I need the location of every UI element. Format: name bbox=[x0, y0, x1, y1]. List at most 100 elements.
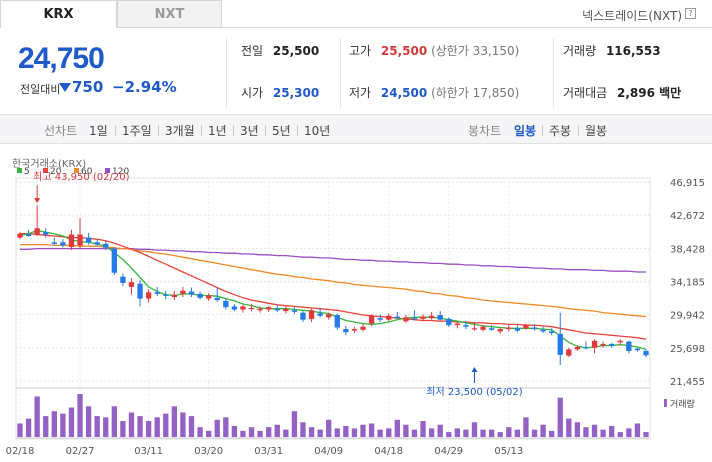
candle-body bbox=[197, 293, 203, 298]
candle-period-monthly[interactable]: 월봉 bbox=[585, 122, 607, 139]
divider bbox=[115, 125, 116, 136]
low: 저가 24,500 (하한가 17,850) bbox=[349, 84, 519, 101]
x-tick-label: 04/18 bbox=[374, 446, 403, 457]
volume-bar bbox=[25, 418, 32, 437]
volume-bar bbox=[591, 424, 598, 437]
candle-body bbox=[34, 228, 40, 235]
candle-body bbox=[223, 300, 229, 308]
candle-body bbox=[308, 310, 315, 319]
line-period-1d[interactable]: 1일 bbox=[89, 122, 108, 139]
y-tick-label: 29,942 bbox=[670, 311, 705, 322]
candle-body bbox=[609, 343, 615, 346]
candle-chart-label: 봉차트 bbox=[468, 124, 502, 138]
volume-bar bbox=[171, 406, 178, 437]
tab-krx[interactable]: KRX bbox=[0, 0, 117, 28]
volume-bar bbox=[531, 429, 538, 437]
volume-bar bbox=[454, 428, 461, 437]
x-tick-label: 02/18 bbox=[6, 446, 35, 457]
candle-body bbox=[386, 315, 392, 320]
candle-body bbox=[266, 307, 272, 310]
candle-body bbox=[283, 308, 289, 312]
high-label: 고가 bbox=[349, 44, 372, 58]
candle-body bbox=[231, 306, 238, 310]
volume-bar bbox=[411, 429, 418, 437]
candle-body bbox=[531, 327, 538, 330]
candle-body bbox=[68, 234, 75, 247]
candle-body bbox=[77, 234, 83, 246]
volume-label: 거래량 bbox=[563, 44, 597, 58]
line-period-3m[interactable]: 3개월 bbox=[165, 122, 195, 139]
divider bbox=[297, 125, 298, 136]
candle-body bbox=[634, 348, 641, 351]
market-tabs: KRX NXT 넥스트레이드(NXT) ? bbox=[0, 0, 712, 28]
x-tick-label: 04/29 bbox=[434, 446, 463, 457]
nextrade-link[interactable]: 넥스트레이드(NXT) bbox=[582, 7, 682, 24]
volume-bar bbox=[283, 429, 289, 437]
volume-bar bbox=[266, 427, 272, 437]
volume-bar bbox=[214, 419, 220, 437]
candle-body bbox=[145, 292, 152, 299]
candle-body bbox=[120, 276, 126, 283]
candle-body bbox=[60, 242, 66, 246]
volume-bar bbox=[437, 424, 443, 437]
price-chart[interactable]: 46,915 42,672 38,428 34,185 29,942 25,698 21,4… bbox=[0, 144, 712, 462]
candle-body bbox=[214, 297, 220, 301]
candle-body bbox=[351, 329, 358, 331]
candle-body bbox=[514, 328, 521, 331]
volume-bar bbox=[480, 429, 486, 437]
candle-body bbox=[437, 314, 443, 320]
divider bbox=[158, 125, 159, 136]
volume-bar bbox=[103, 417, 109, 437]
candle-body bbox=[274, 308, 280, 311]
volume-bar bbox=[360, 424, 366, 437]
trade-amount: 거래대금 2,896 백만 bbox=[563, 84, 681, 101]
open: 시가 25,300 bbox=[241, 84, 319, 101]
high: 고가 25,500 (상한가 33,150) bbox=[349, 42, 519, 59]
volume-bar bbox=[463, 429, 469, 437]
candle-body bbox=[51, 242, 57, 244]
volume-bar bbox=[557, 397, 563, 437]
candle-period-weekly[interactable]: 주봉 bbox=[549, 122, 571, 139]
volume-bar bbox=[540, 424, 546, 437]
divider bbox=[265, 125, 266, 136]
line-period-1w[interactable]: 1주일 bbox=[122, 122, 152, 139]
volume-bar bbox=[300, 422, 306, 437]
candle-body bbox=[368, 315, 375, 324]
line-period-5y[interactable]: 5년 bbox=[272, 122, 291, 139]
x-tick-label: 04/09 bbox=[314, 446, 343, 457]
divider bbox=[340, 38, 341, 108]
line-period-1y[interactable]: 1년 bbox=[208, 122, 227, 139]
candle-body bbox=[411, 318, 418, 320]
open-value: 25,300 bbox=[272, 86, 320, 100]
plot-frame bbox=[15, 177, 651, 440]
candle-period-daily[interactable]: 일봉 bbox=[514, 122, 536, 139]
volume-bar bbox=[549, 430, 555, 437]
candle-body bbox=[188, 291, 195, 295]
candle-body bbox=[205, 295, 212, 299]
high-annotation: 최고 43,950 (02/20) bbox=[33, 171, 129, 183]
volume-bar bbox=[377, 429, 383, 437]
candle-body bbox=[248, 307, 255, 310]
candle-body bbox=[17, 233, 23, 238]
volume-bar bbox=[180, 412, 186, 437]
line-period-3y[interactable]: 3년 bbox=[240, 122, 259, 139]
volume-bar bbox=[68, 407, 75, 437]
change-label: 전일대비 bbox=[20, 83, 61, 96]
line-period-10y[interactable]: 10년 bbox=[304, 122, 330, 139]
volume-bar bbox=[188, 416, 195, 437]
volume-bar bbox=[394, 419, 400, 437]
volume-bar bbox=[514, 429, 521, 437]
candle-body bbox=[103, 243, 109, 248]
volume-bar bbox=[111, 406, 117, 437]
y-tick-label: 21,455 bbox=[670, 377, 705, 388]
volume-bar bbox=[223, 417, 229, 437]
volume-legend-swatch bbox=[664, 399, 667, 407]
tab-nxt[interactable]: NXT bbox=[117, 0, 222, 28]
candle-body bbox=[428, 315, 435, 319]
candle-body bbox=[317, 313, 323, 316]
volume-bar bbox=[334, 428, 340, 437]
help-icon[interactable]: ? bbox=[685, 8, 696, 19]
volume-bar bbox=[574, 422, 581, 437]
down-triangle-icon bbox=[59, 83, 71, 92]
candle-body bbox=[163, 294, 169, 296]
